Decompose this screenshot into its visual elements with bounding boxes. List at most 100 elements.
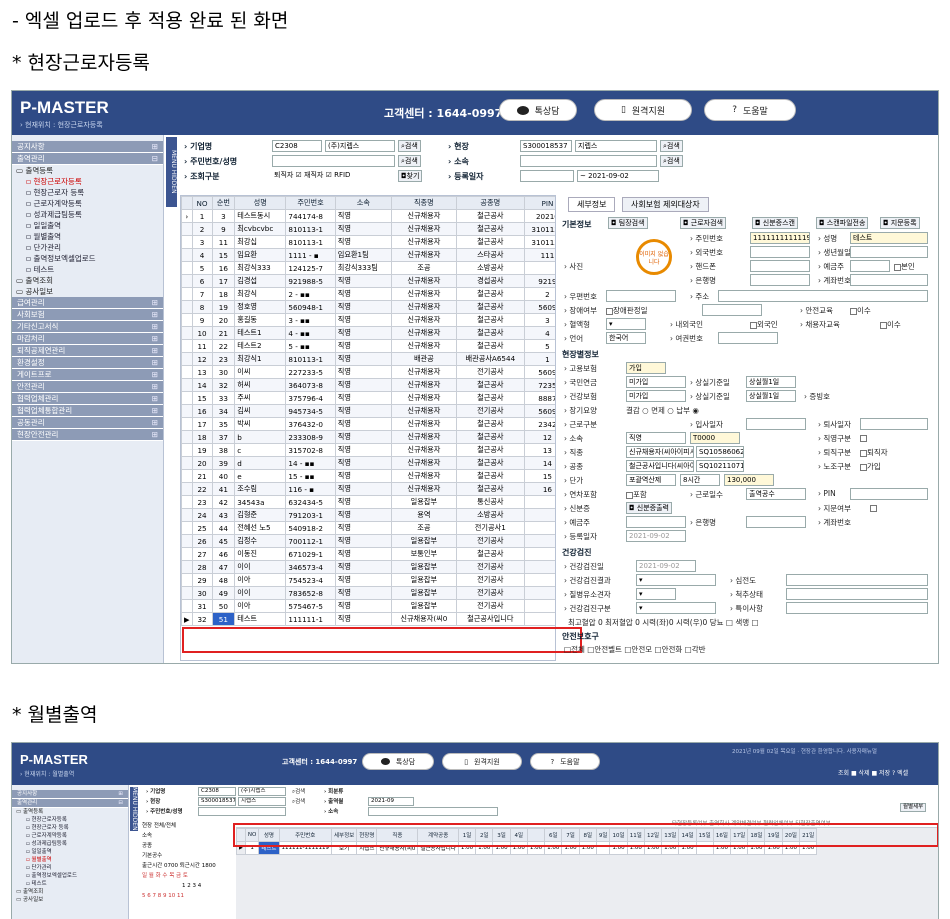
table-cell[interactable]: 14 [191,378,213,392]
table-cell[interactable]: 테스트1 [234,326,287,340]
table-cell[interactable]: 철근공사 [455,430,525,444]
foreign-no-input[interactable] [750,246,810,258]
table-cell[interactable]: 17 [211,274,236,288]
table-cell[interactable]: 9 [211,222,236,236]
table-cell[interactable]: 신규채용자 [390,482,457,496]
table-cell[interactable]: 철근공사입니다 [455,612,525,626]
sidebar2-notice[interactable]: 공지사항 ⊞ [12,790,128,799]
table-cell[interactable]: 23 [211,352,236,366]
sidebar2-site-worker-reg[interactable]: ▫ 현장근로자등록 [12,816,128,824]
table-cell[interactable]: 철근공사 [455,222,525,236]
grid-header-cell[interactable]: 직종명 [390,196,457,210]
table-cell[interactable]: 22 [211,339,236,353]
table-cell[interactable]: 직영 [334,222,392,236]
table-cell[interactable]: 조공 [390,261,457,275]
sidebar-item-monthly[interactable]: ▫ 월별출역 [12,231,163,242]
table-cell[interactable]: 4 [523,326,555,340]
table-row[interactable]: 10 21 테스트1 4 - ▪▪ 직영 신규채용자 철근공사 4 [181,326,555,340]
table-cell[interactable]: 허씨 [234,378,287,392]
special-note-input[interactable] [786,602,928,614]
table-cell[interactable]: 25 [191,521,213,535]
table-cell[interactable]: 신규채용자 [390,443,457,457]
sidebar2-site-worker-reg2[interactable]: ▫ 현장근로자 등록 [12,824,128,832]
table-cell[interactable]: 김씨 [234,404,287,418]
table-cell[interactable]: 신규채용자 [390,378,457,392]
table-cell[interactable]: 5 [523,339,555,353]
table-cell[interactable]: 700112-1 [285,534,336,548]
table-cell[interactable]: 신규채용자 [390,417,457,431]
passport-input[interactable] [718,332,778,344]
table-cell[interactable]: 주씨 [234,391,287,405]
table-cell[interactable]: 철근공사 [455,391,525,405]
table-cell[interactable]: 4 [191,248,213,262]
blood-select[interactable]: ▾ [606,318,646,330]
table-cell[interactable]: 최강식333팀 [334,261,392,275]
table-cell[interactable]: 575467-5 [285,599,336,613]
sidebar-item-contract-reg[interactable]: ▫ 근로자계약등록 [12,198,163,209]
sidebar-item-common[interactable]: 공동관리 ⊞ [12,417,163,429]
table-cell[interactable]: 직영 [334,339,392,353]
table-cell[interactable]: 12 [191,352,213,366]
table-cell[interactable]: 신규채용자 [390,391,457,405]
table-cell[interactable]: 111 [523,248,555,262]
job-filter[interactable]: 공종 [142,841,230,851]
table-cell[interactable]: 일용잡부 [390,495,457,509]
table-cell[interactable]: 테스트동시 [234,209,287,223]
table-cell[interactable]: 박씨 [234,417,287,431]
table-cell[interactable]: 임요환 [234,248,287,262]
table-cell[interactable]: 이이 [234,560,287,574]
table-cell[interactable]: e [234,469,287,483]
table-cell[interactable]: 540918-2 [285,521,336,535]
table-row[interactable]: 5 16 최강식333 124125-7 최강식333팀 조공 소방공사 [181,261,555,275]
table-cell[interactable]: 직영 [334,326,392,340]
table-cell[interactable]: 직영 [334,274,392,288]
sidebar-item-team-reg[interactable]: ▫ 성과제급팀등록 [12,209,163,220]
period-input-2[interactable]: 2021-09 [368,797,414,806]
talk-consult-button-2[interactable]: 톡상담 [362,753,434,770]
work-time-filter[interactable]: 출근시간 0700 퇴근시간 1800 [142,861,230,871]
table-cell[interactable]: 최강식1 [234,352,287,366]
table-cell[interactable]: 전기공사 [455,404,525,418]
fingerprint-checkbox[interactable] [870,503,877,512]
table-cell[interactable]: 신규채용자 [390,209,457,223]
table-cell[interactable]: 5 - ▪▪ [285,339,336,353]
table-cell[interactable]: 철근공사 [455,287,525,301]
sidebar-item-attendance[interactable]: 출역관리 ⊟ [12,153,163,165]
table-cell[interactable]: 2 [523,287,555,301]
table-cell[interactable]: 5609 [523,404,555,418]
table-cell[interactable]: 2 [191,222,213,236]
table-cell[interactable]: 7 [191,287,213,301]
query-type-checkboxes[interactable]: 퇴직자 ☑ 재직자 ☑ RFID [272,170,395,182]
zip-input[interactable] [606,290,676,302]
rrn-search-button[interactable]: ⌕검색 [398,155,421,167]
menu-hidden-toggle[interactable]: MENU HIDDEN [166,137,177,207]
table-cell[interactable]: 16 [523,482,555,496]
sidebar-item-retire[interactable]: 퇴직공제연관리 ⊞ [12,345,163,357]
table-cell[interactable]: 14 - ▪▪ [285,456,336,470]
find-button[interactable]: ◘찾기 [398,170,423,182]
site-code-input-2[interactable]: S300018537 [198,797,236,806]
table-cell[interactable]: 10 [191,326,213,340]
foreigner-checkbox[interactable]: 외국인 [750,319,778,330]
table-cell[interactable] [523,534,555,548]
menu-hidden-toggle-2[interactable]: MENU HIDDEN [130,787,138,831]
rrn-name-input[interactable] [272,155,395,167]
table-cell[interactable] [523,586,555,600]
table-cell[interactable]: 신규채용자 [390,235,457,249]
site-code-input[interactable]: S300018537 [520,140,572,152]
table-cell[interactable]: 용역 [390,508,457,522]
table-cell[interactable] [523,495,555,509]
direct-type-checkbox[interactable] [860,433,867,442]
table-cell[interactable]: 810113-1 [285,235,336,249]
address-input[interactable] [718,290,928,302]
table-cell[interactable]: b [234,430,287,444]
table-cell[interactable]: 19 [191,443,213,457]
table-cell[interactable]: 945734-5 [285,404,336,418]
sidebar2-excel-upload[interactable]: ▫ 출역정보엑셀업로드 [12,872,128,880]
table-row[interactable]: 23 42 34543a 632434-5 직영 일용잡부 통신공사 [181,495,555,509]
table-cell[interactable] [523,612,555,626]
safety-edu-checkbox[interactable]: 이수 [850,305,871,316]
table-row[interactable]: 8 19 정호영 560948-1 직영 신규채용자 철근공사 5609 [181,300,555,314]
table-cell[interactable]: 최강식 [234,287,287,301]
table-cell[interactable]: 직영 [334,365,392,379]
